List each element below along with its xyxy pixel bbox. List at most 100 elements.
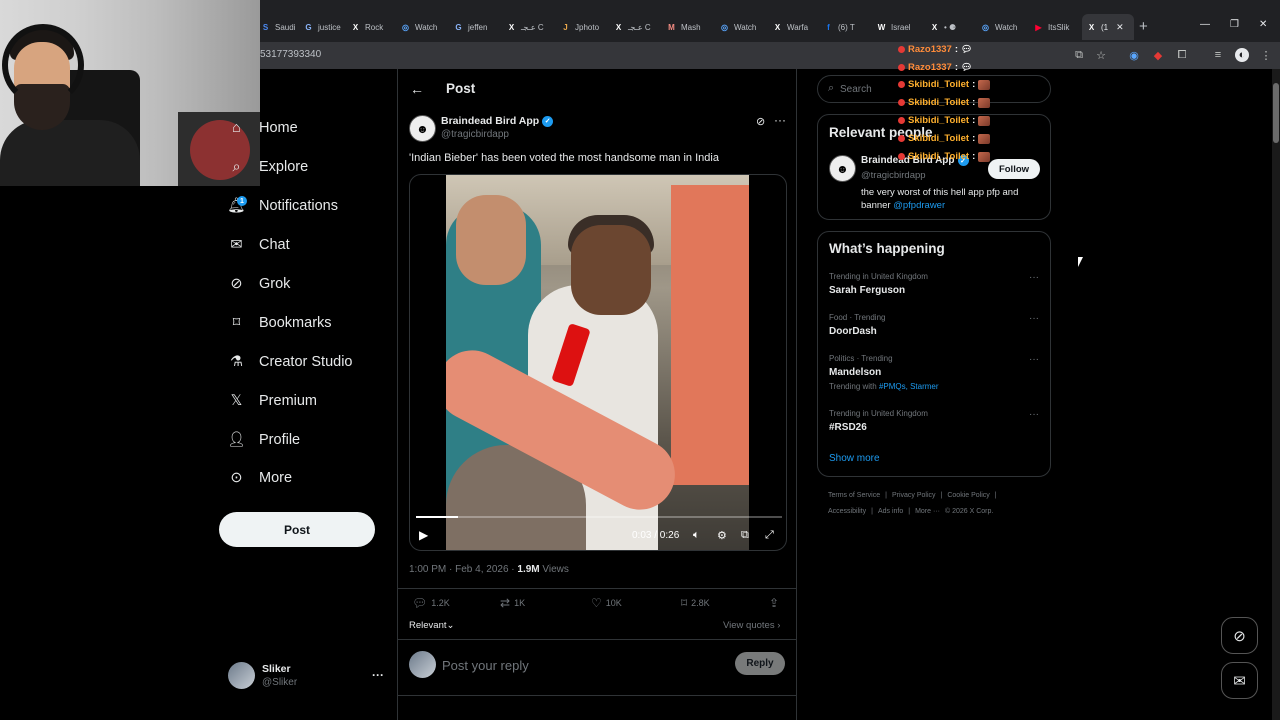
footer-ads-link[interactable]: Ads info — [878, 508, 903, 515]
repost-action[interactable]: ⇄ 1K — [500, 596, 525, 610]
account-switcher[interactable]: Sliker @Sliker ··· — [228, 662, 388, 692]
nav-item-chat[interactable]: ✉ Chat — [228, 236, 289, 253]
nav-item-label: Profile — [259, 431, 301, 448]
trend-more-icon[interactable]: ··· — [1029, 272, 1039, 283]
nav-item-more[interactable]: ⊙ More — [228, 469, 292, 486]
author-name[interactable]: Braindead Bird App ✓ — [441, 115, 554, 127]
nav-item-creator-studio[interactable]: ⚗ Creator Studio — [228, 353, 353, 370]
volume-icon[interactable]: 🔈︎ — [693, 529, 700, 542]
reply-input[interactable] — [442, 655, 722, 675]
footer-accessibility-link[interactable]: Accessibility — [828, 508, 866, 515]
browser-tab[interactable]: X (1 ✕ — [1082, 14, 1134, 40]
video-frame[interactable] — [446, 175, 749, 550]
reply-action[interactable]: 💬︎ 1.2K — [412, 596, 450, 610]
close-tab-icon[interactable]: ✕ — [1116, 22, 1124, 33]
browser-tab[interactable]: X Rock — [346, 14, 393, 40]
more-circle-icon: ⊙ — [230, 469, 243, 486]
show-more-link[interactable]: Show more — [829, 453, 880, 464]
browser-menu-icon[interactable]: ⋮ — [1259, 48, 1273, 62]
browser-tab[interactable]: S Saudi — [256, 14, 296, 40]
extension-audio-icon[interactable]: ◉ — [1127, 48, 1141, 62]
trend-item[interactable]: Food · Trending DoorDash ··· — [829, 313, 1039, 337]
trend-more-icon[interactable]: ··· — [1029, 409, 1039, 420]
browser-tab[interactable]: ◎ Watch — [715, 14, 765, 40]
install-app-icon[interactable]: ⧉ — [1072, 48, 1086, 62]
trend-more-icon[interactable]: ··· — [1029, 313, 1039, 324]
reply-icon: 💬︎ — [412, 596, 428, 610]
footer-more-link[interactable]: More ··· — [915, 508, 940, 515]
new-tab-button[interactable]: + — [1139, 18, 1148, 35]
extensions-puzzle-icon[interactable]: ⧠ — [1175, 48, 1189, 62]
play-icon[interactable]: ▶ — [419, 528, 428, 542]
browser-tab[interactable]: ◎ Watch — [396, 14, 446, 40]
browser-tab[interactable]: ▶ ItsSlik — [1029, 14, 1079, 40]
trend-more-icon[interactable]: ··· — [1029, 354, 1039, 365]
tab-favicon-icon: X — [352, 22, 359, 32]
browser-tab[interactable]: J Jphoto — [556, 14, 606, 40]
reply-button[interactable]: Reply — [735, 652, 785, 675]
browser-tab[interactable]: X Warfa — [768, 14, 816, 40]
trend-item[interactable]: Politics · Trending Mandelson Trending w… — [829, 354, 1039, 391]
settings-gear-icon[interactable]: ⚙ — [717, 529, 727, 542]
nav-item-premium[interactable]: 𝕏 Premium — [228, 392, 317, 409]
messages-floating-button[interactable]: ✉ — [1221, 662, 1258, 699]
picture-in-picture-icon[interactable]: ⧉ — [741, 529, 749, 542]
tab-favicon-icon: ▶ — [1035, 22, 1042, 32]
chat-separator: : — [972, 133, 976, 144]
share-action[interactable]: ⇪ — [769, 596, 779, 610]
back-arrow-icon[interactable]: ← — [410, 81, 424, 97]
nav-item-label: More — [259, 469, 293, 486]
author-avatar[interactable]: ☻ — [409, 115, 436, 142]
browser-tab[interactable]: X • ⚈ — [925, 14, 973, 40]
browser-tab[interactable]: M Mash — [662, 14, 712, 40]
nav-item-home[interactable]: ⌂ Home — [228, 119, 298, 136]
footer-cookie-link[interactable]: Cookie Policy — [947, 492, 989, 499]
restore-window-button[interactable]: ❐ — [1230, 19, 1239, 30]
post-more-icon[interactable]: ··· — [774, 113, 786, 127]
bookmark-action[interactable]: ⌑ 2.8K — [681, 596, 710, 610]
page-scrollbar[interactable] — [1272, 69, 1280, 720]
verified-badge-icon: ✓ — [542, 115, 554, 127]
trend-item[interactable]: Trending in United Kingdom Sarah Ferguso… — [829, 272, 1039, 296]
post-button[interactable]: Post — [219, 512, 375, 547]
video-player[interactable]: ▶ 0:03 / 0:26 🔈︎ ⚙ ⧉ ⤢ — [409, 174, 787, 551]
follow-button[interactable]: Follow — [988, 159, 1040, 179]
extension-shield-icon[interactable]: ◆ — [1151, 48, 1165, 62]
close-window-button[interactable]: ✕ — [1259, 19, 1267, 30]
minimize-window-button[interactable]: — — [1200, 19, 1210, 30]
footer-terms-link[interactable]: Terms of Service — [828, 492, 880, 499]
browser-tab[interactable]: Gjustice — [299, 14, 343, 40]
profile-avatar-icon[interactable]: ◐ — [1235, 48, 1249, 62]
grok-explain-icon[interactable]: ⊘ — [756, 115, 765, 128]
author-handle[interactable]: @tragicbirdapp — [441, 129, 509, 140]
post-timestamp[interactable]: 1:00 PM · Feb 4, 2026 · — [409, 564, 517, 575]
browser-tab[interactable]: f (6) T — [819, 14, 869, 40]
trend-item[interactable]: Trending in United Kingdom #RSD26 ··· — [829, 409, 1039, 433]
grok-floating-button[interactable]: ⊘ — [1221, 617, 1258, 654]
address-bar[interactable]: 53177393340 — [260, 49, 321, 60]
footer-privacy-link[interactable]: Privacy Policy — [892, 492, 936, 499]
nav-item-grok[interactable]: ⊘ Grok — [228, 275, 290, 292]
trend-title: Sarah Ferguson — [829, 285, 906, 296]
view-quotes-link[interactable]: View quotes › — [723, 620, 780, 631]
reply-sort-dropdown[interactable]: Relevant⌄ — [409, 620, 454, 631]
browser-tab[interactable]: Gjeffen — [449, 14, 499, 40]
nav-item-profile[interactable]: 👤︎ Profile — [227, 431, 301, 449]
browser-tab[interactable]: X عـجـ C — [609, 14, 659, 40]
relevant-person-avatar[interactable]: ☻ — [829, 155, 856, 182]
account-more-icon[interactable]: ··· — [372, 668, 384, 682]
browser-tab[interactable]: W Israel — [872, 14, 922, 40]
nav-item-explore[interactable]: ⌕ Explore — [228, 158, 308, 175]
bio-mention-link[interactable]: @pfpdrawer — [893, 200, 945, 211]
nav-item-bookmarks[interactable]: ⌑ Bookmarks — [228, 314, 332, 331]
like-action[interactable]: ♡ 10K — [591, 596, 622, 610]
trend-related-link[interactable]: #PMQs, Starmer — [879, 382, 939, 391]
media-control-icon[interactable]: ≡ — [1211, 48, 1225, 62]
tab-label: Rock — [365, 22, 384, 32]
browser-tab[interactable]: X عـجـ C — [502, 14, 553, 40]
browser-tab[interactable]: ◎ Watch — [976, 14, 1026, 40]
video-progress-track[interactable] — [416, 516, 782, 518]
scrollbar-thumb[interactable] — [1273, 83, 1279, 143]
fullscreen-icon[interactable]: ⤢ — [765, 529, 774, 542]
bookmark-star-icon[interactable]: ☆ — [1094, 48, 1108, 62]
